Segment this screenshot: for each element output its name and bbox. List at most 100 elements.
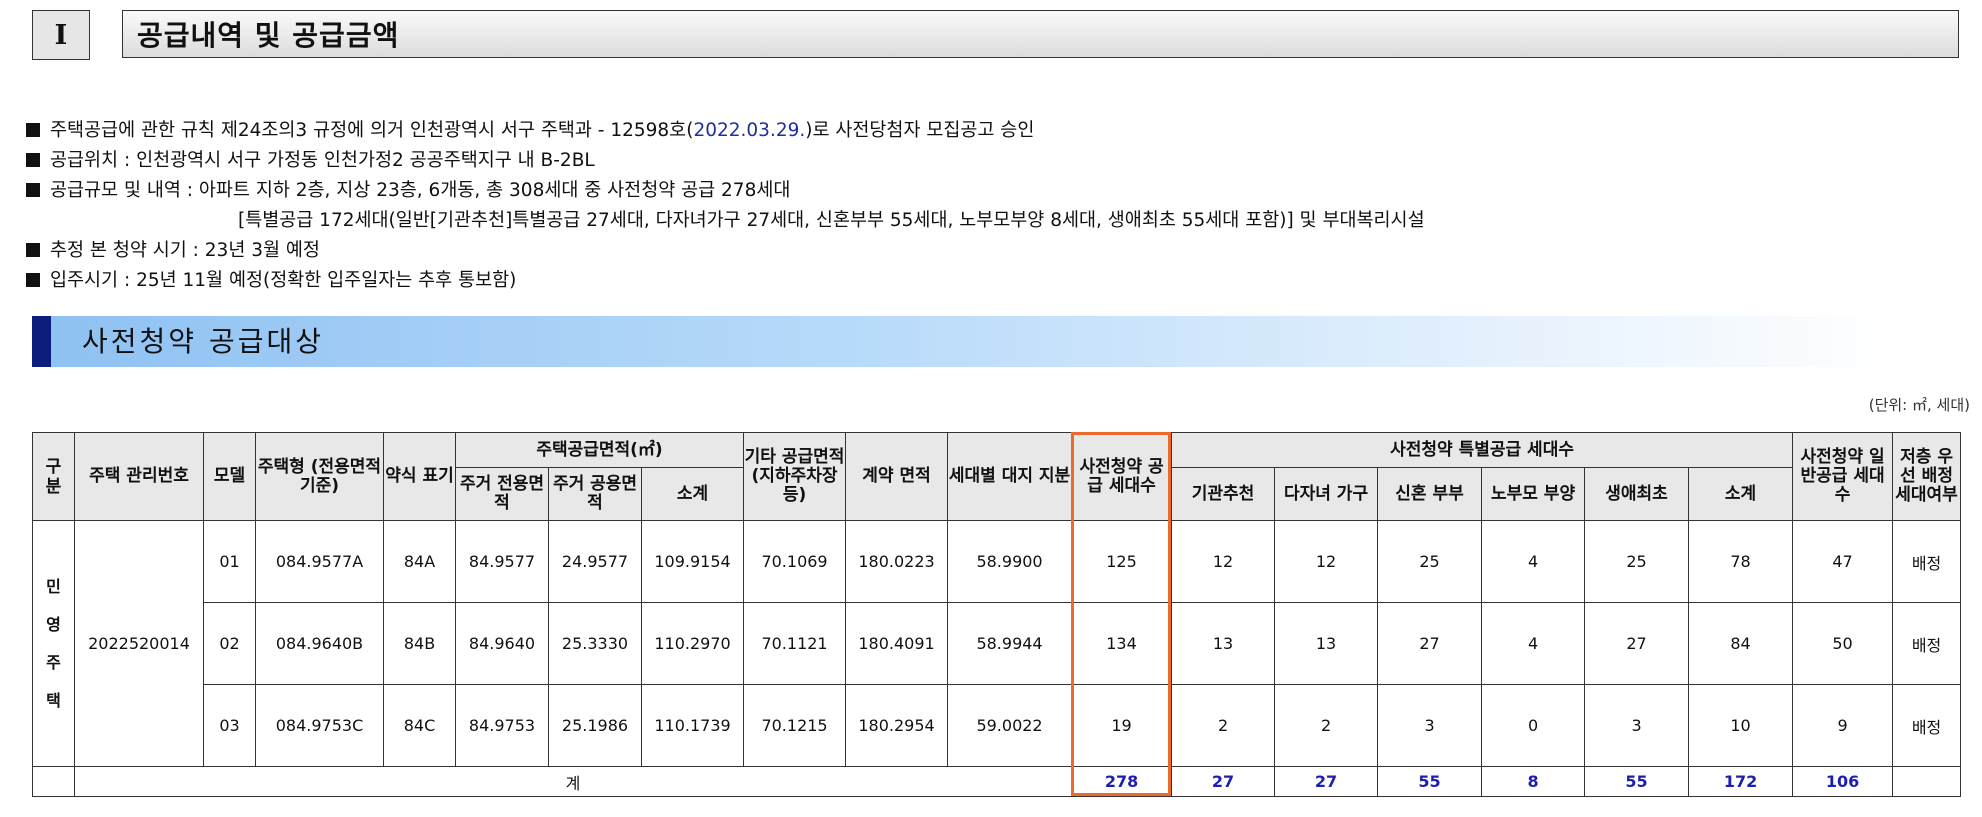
col-header-contract: 계약 면적 [845, 432, 949, 521]
col-header-special-subtotal: 소계 [1688, 467, 1794, 521]
multi-cell: 13 [1274, 602, 1379, 685]
pre-supply-cell: 19 [1071, 684, 1173, 767]
exclusive-cell: 84.9577 [455, 520, 549, 603]
col-header-supply-area: 주택공급면적(㎡) [454, 432, 745, 468]
col-header-newly: 신혼 부부 [1377, 467, 1483, 521]
notice-item: 입주시기 : 25년 11월 예정(정확한 입주일자는 추후 통보함) [26, 266, 1425, 296]
elderly-cell: 0 [1481, 684, 1586, 767]
col-header-subtotal: 소계 [640, 467, 745, 521]
section-title: 공급내역 및 공급금액 [122, 10, 1959, 58]
total-pre-supply: 278 [1071, 766, 1173, 797]
total-multi: 27 [1274, 766, 1379, 797]
other-area-cell: 70.1121 [743, 602, 847, 685]
col-header-pre-supply: 사전청약 공급 세대수 [1071, 432, 1173, 521]
common-cell: 25.3330 [548, 602, 642, 685]
mgmt-number-cell: 2022520014 [74, 520, 204, 767]
col-header-model: 모델 [203, 432, 256, 521]
model-cell: 01 [203, 520, 256, 603]
section-number: I [32, 10, 90, 60]
abbr-cell: 84A [383, 520, 456, 603]
col-header-special: 사전청약 특별공급 세대수 [1171, 432, 1794, 468]
total-elderly: 8 [1481, 766, 1586, 797]
total-row: 계 278 27 27 55 8 55 172 106 [32, 766, 1962, 797]
col-header-abbr: 약식 표기 [383, 432, 456, 521]
land-cell: 59.0022 [947, 684, 1073, 767]
col-header-mgmt: 주택 관리번호 [74, 432, 204, 521]
col-header-land: 세대별 대지 지분 [947, 432, 1073, 521]
notice-item: 공급위치 : 인천광역시 서구 가정동 인천가정2 공공주택지구 내 B-2BL [26, 146, 1425, 176]
common-cell: 25.1986 [548, 684, 642, 767]
newly-cell: 3 [1377, 684, 1483, 767]
agency-cell: 12 [1171, 520, 1276, 603]
col-header-general: 사전청약 일반공급 세대수 [1792, 432, 1894, 521]
multi-cell: 2 [1274, 684, 1379, 767]
total-agency: 27 [1171, 766, 1276, 797]
type-cell: 084.9753C [255, 684, 384, 767]
newly-cell: 25 [1377, 520, 1483, 603]
special-subtotal-cell: 10 [1688, 684, 1794, 767]
table-row: 02 084.9640B 84B 84.9640 25.3330 110.297… [33, 602, 1962, 685]
low-floor-cell: 배정 [1892, 602, 1962, 685]
square-bullet-icon [26, 123, 40, 137]
contract-cell: 180.0223 [845, 520, 949, 603]
general-cell: 9 [1792, 684, 1894, 767]
square-bullet-icon [26, 243, 40, 257]
type-cell: 084.9640B [255, 602, 384, 685]
first-cell: 3 [1584, 684, 1690, 767]
notice-item-continuation: [특별공급 172세대(일반[기관추천]특별공급 27세대, 다자녀가구 27세… [26, 206, 1425, 236]
approval-date: 2022.03.29. [693, 120, 806, 141]
subsection-header: 사전청약 공급대상 [32, 316, 1900, 367]
total-general: 106 [1792, 766, 1894, 797]
other-area-cell: 70.1215 [743, 684, 847, 767]
table-row: 민영주택 2022520014 01 084.9577A 84A 84.9577… [32, 520, 1962, 767]
col-header-type: 주택형 (전용면적 기준) [255, 432, 384, 521]
col-header-other-area: 기타 공급면적 (지하주차장 등) [743, 432, 847, 521]
notice-text: 공급위치 : 인천광역시 서구 가정동 인천가정2 공공주택지구 내 B-2BL [50, 150, 595, 171]
elderly-cell: 4 [1481, 520, 1586, 603]
total-label: 계 [73, 766, 1073, 797]
total-first: 55 [1584, 766, 1690, 797]
subtotal-cell: 109.9154 [640, 520, 745, 603]
col-header-elderly: 노부모 부양 [1481, 467, 1586, 521]
other-area-cell: 70.1069 [743, 520, 847, 603]
special-subtotal-cell: 84 [1688, 602, 1794, 685]
square-bullet-icon [26, 273, 40, 287]
square-bullet-icon [26, 153, 40, 167]
unit-note: (단위: ㎡, 세대) [1868, 396, 1970, 414]
land-cell: 58.9900 [947, 520, 1073, 603]
first-cell: 25 [1584, 520, 1690, 603]
agency-cell: 2 [1171, 684, 1276, 767]
first-cell: 27 [1584, 602, 1690, 685]
exclusive-cell: 84.9753 [455, 684, 549, 767]
col-header-agency: 기관추천 [1171, 467, 1276, 521]
agency-cell: 13 [1171, 602, 1276, 685]
col-header-low-floor: 저층 우선 배정세대여부 [1892, 432, 1962, 521]
abbr-cell: 84C [383, 684, 456, 767]
model-cell: 02 [203, 602, 256, 685]
col-header-gubun: 구분 [32, 432, 75, 521]
subsection-title: 사전청약 공급대상 [82, 325, 324, 358]
total-special-subtotal: 172 [1688, 766, 1794, 797]
subsection-marker [32, 316, 51, 367]
notice-text: 주택공급에 관한 규칙 제24조의3 규정에 의거 인천광역시 서구 주택과 -… [50, 120, 694, 141]
supply-table: 구분 주택 관리번호 모델 주택형 (전용면적 기준) 약식 표기 주택공급면적… [32, 432, 1962, 797]
low-floor-cell: 배정 [1892, 520, 1962, 603]
special-subtotal-cell: 78 [1688, 520, 1794, 603]
notice-item: 추정 본 청약 시기 : 23년 3월 예정 [26, 236, 1425, 266]
general-cell: 50 [1792, 602, 1894, 685]
pre-supply-cell: 134 [1071, 602, 1173, 685]
table-row: 03 084.9753C 84C 84.9753 25.1986 110.173… [33, 684, 1962, 767]
col-header-multi: 다자녀 가구 [1274, 467, 1379, 521]
category-cell: 민영주택 [32, 520, 75, 767]
col-header-first: 생애최초 [1584, 467, 1690, 521]
total-category-blank [32, 766, 75, 797]
notice-text: [특별공급 172세대(일반[기관추천]특별공급 27세대, 다자녀가구 27세… [238, 210, 1425, 231]
multi-cell: 12 [1274, 520, 1379, 603]
subtotal-cell: 110.2970 [640, 602, 745, 685]
pre-supply-cell: 125 [1071, 520, 1173, 603]
land-cell: 58.9944 [947, 602, 1073, 685]
model-cell: 03 [203, 684, 256, 767]
col-header-common: 주거 공용면적 [548, 467, 642, 521]
notice-text: 추정 본 청약 시기 : 23년 3월 예정 [50, 240, 320, 261]
total-newly: 55 [1377, 766, 1483, 797]
